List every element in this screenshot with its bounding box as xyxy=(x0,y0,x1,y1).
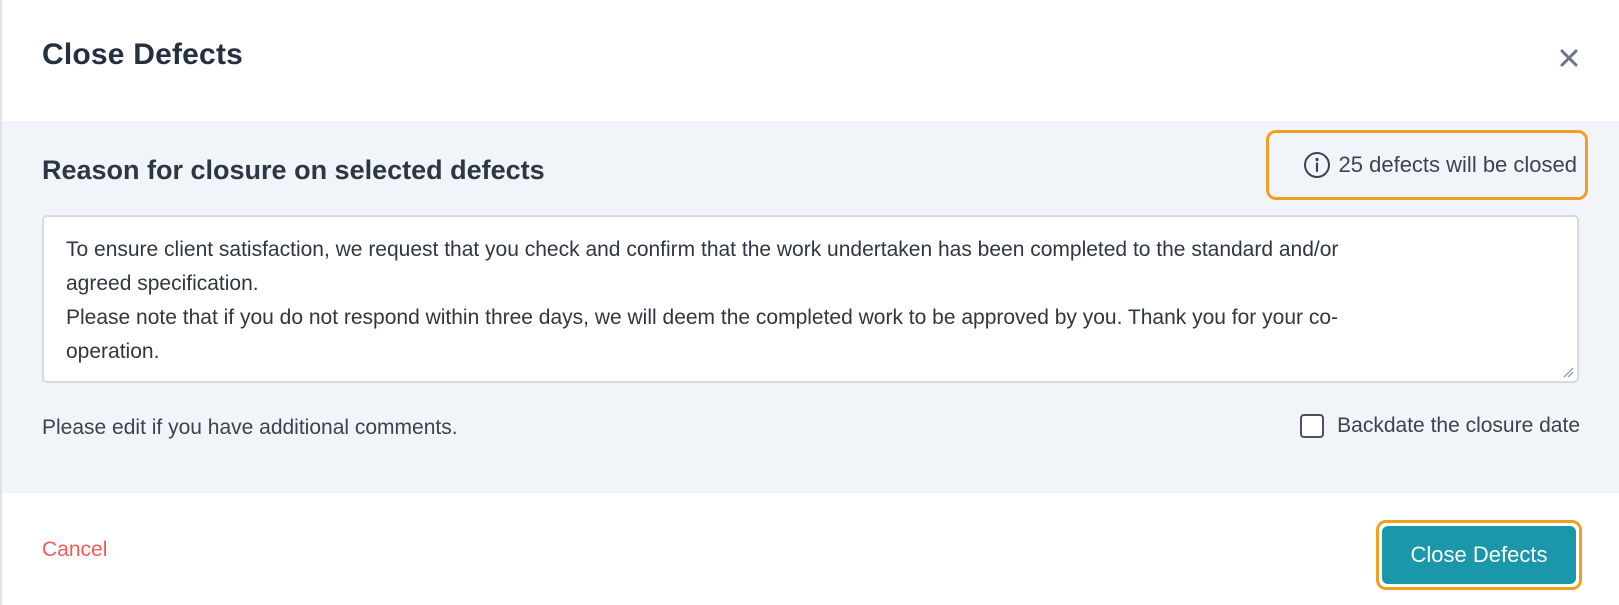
backdate-label[interactable]: Backdate the closure date xyxy=(1337,414,1580,438)
modal-body: Reason for closure on selected defects 2… xyxy=(2,121,1619,493)
defect-count-text: 25 defects will be closed xyxy=(1338,152,1577,177)
reason-heading: Reason for closure on selected defects xyxy=(42,155,545,185)
backdate-option[interactable]: Backdate the closure date xyxy=(1270,408,1580,444)
defect-count-notice: 25 defects will be closed xyxy=(1266,130,1588,200)
modal-footer: Cancel Close Defects xyxy=(2,493,1619,605)
backdate-checkbox[interactable] xyxy=(1300,414,1325,438)
modal-title: Close Defects xyxy=(42,38,244,71)
info-icon xyxy=(1303,152,1330,178)
close-defects-button[interactable]: Close Defects xyxy=(1382,526,1576,584)
reason-textarea-value: To ensure client satisfaction, we reques… xyxy=(66,238,1339,363)
edit-hint: Please edit if you have additional comme… xyxy=(42,416,458,439)
close-defects-modal: Close Defects Reason for closure on sele… xyxy=(2,0,1619,605)
resize-handle-icon[interactable] xyxy=(1562,366,1574,378)
close-icon xyxy=(1560,49,1578,67)
defect-count-content: 25 defects will be closed xyxy=(1303,151,1577,179)
reason-textarea[interactable]: To ensure client satisfaction, we reques… xyxy=(42,215,1579,383)
modal-header: Close Defects xyxy=(2,0,1619,121)
close-button[interactable] xyxy=(1551,40,1587,76)
cancel-button[interactable]: Cancel xyxy=(42,538,107,562)
